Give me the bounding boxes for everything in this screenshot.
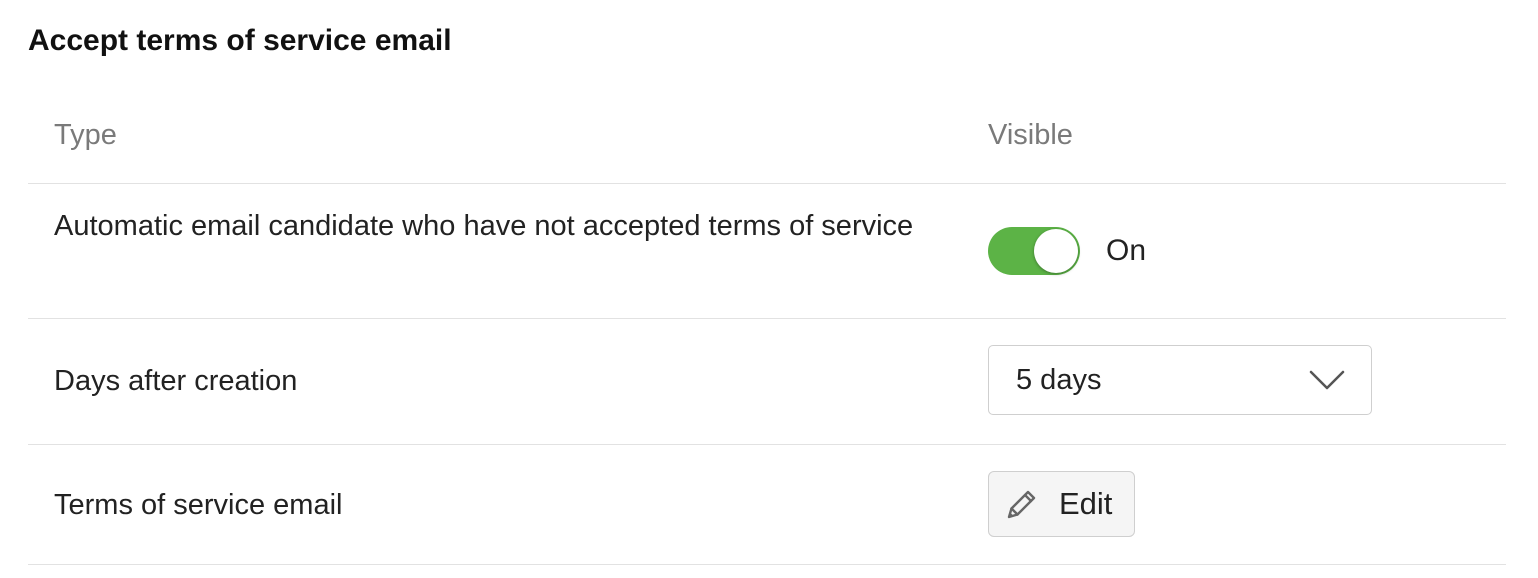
visibility-toggle-group: On [988,226,1146,276]
edit-terms-email-button[interactable]: Edit [988,471,1135,537]
column-header-type: Type [54,119,117,151]
settings-table: Type Visible Automatic email candidate w… [28,88,1506,565]
toggle-knob [1034,229,1078,273]
days-after-creation-select[interactable]: 5 days [988,345,1372,415]
table-row: Automatic email candidate who have not a… [28,184,1506,319]
row-label-days-after-creation: Days after creation [54,365,298,397]
column-header-visible: Visible [988,119,1073,151]
row-label-terms-of-service-email: Terms of service email [54,489,343,521]
table-row: Terms of service email Edit [28,445,1506,565]
edit-button-label: Edit [1059,486,1113,521]
section-title: Accept terms of service email [28,24,452,57]
pencil-icon [1005,487,1039,521]
select-value: 5 days [1016,363,1102,396]
table-header: Type Visible [28,88,1506,184]
table-row: Days after creation 5 days [28,319,1506,445]
toggle-state-label: On [1106,234,1147,267]
chevron-down-icon [1309,370,1345,390]
row-label-automatic-email: Automatic email candidate who have not a… [54,210,914,242]
automatic-email-toggle[interactable] [988,227,1080,275]
